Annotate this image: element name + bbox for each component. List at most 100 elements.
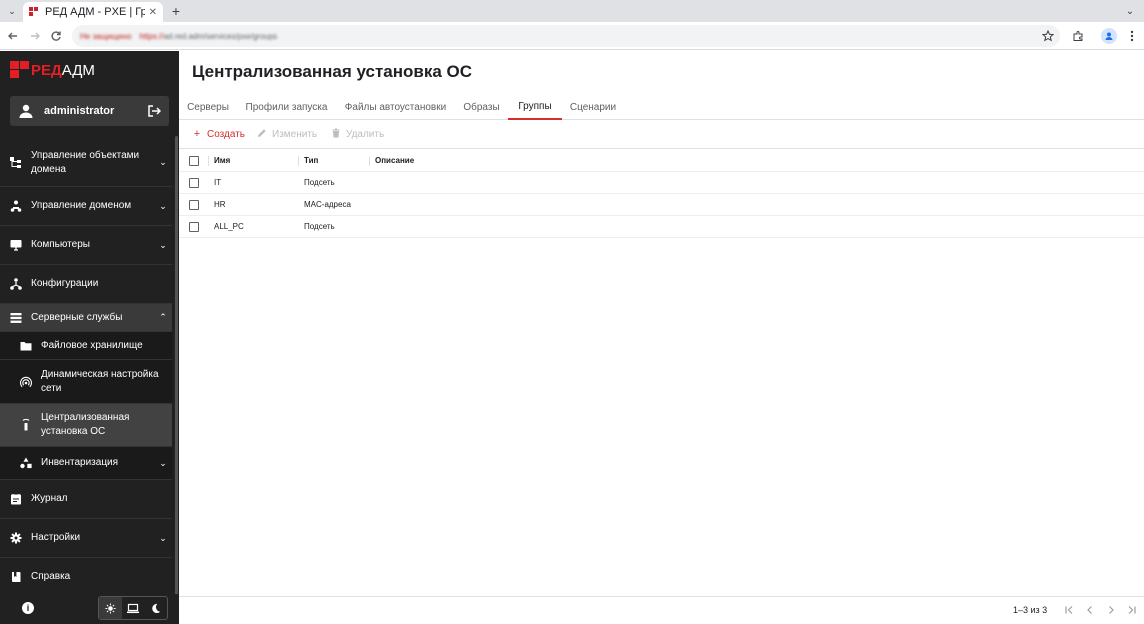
sidebar-item-configurations[interactable]: Конфигурации <box>0 265 172 304</box>
logo-text-red: РЕД <box>31 61 62 79</box>
tab-scenarios[interactable]: Сценарии <box>566 94 620 120</box>
sidebar-item-journal[interactable]: Журнал <box>0 480 172 519</box>
sidebar-item-label: Справка <box>31 571 71 582</box>
tab-servers[interactable]: Серверы <box>183 94 233 120</box>
main-content: Централизованная установка ОС Серверы Пр… <box>179 51 1144 624</box>
sidebar-item-label: Настройки <box>31 532 81 543</box>
forward-button[interactable] <box>27 28 43 44</box>
user-icon <box>18 103 34 119</box>
trash-icon <box>331 128 341 141</box>
browser-tabstrip: ⌄ РЕД АДМ - PXE | Группы ✕ + ⌄ <box>0 0 1144 22</box>
edit-button[interactable]: Изменить <box>257 128 317 141</box>
action-bar: + Создать Изменить Удалить <box>179 121 1144 149</box>
create-button[interactable]: + Создать <box>192 128 245 140</box>
sidebar-item-settings[interactable]: Настройки ⌄ <box>0 519 172 558</box>
sidebar-item-os-install[interactable]: Централизованная установка ОС <box>0 404 172 447</box>
sidebar-item-help[interactable]: Справка <box>0 558 172 597</box>
chevron-down-icon[interactable]: ⌄ <box>154 458 172 469</box>
favicon-icon <box>29 7 39 17</box>
sidebar-item-dhcp[interactable]: Динамическая настройка сети <box>0 360 172 404</box>
people-icon <box>10 200 22 212</box>
sidebar: РЕДАДМ administrator Управление объектам… <box>0 51 179 624</box>
create-label: Создать <box>207 128 246 140</box>
logo-mark-icon <box>10 61 30 79</box>
url-text: https://ad.red.adm/services/pxe/groups <box>139 31 278 41</box>
red-adm-logo[interactable]: РЕДАДМ <box>10 61 95 79</box>
tab-groups[interactable]: Группы <box>508 94 562 120</box>
first-page-icon[interactable] <box>1062 603 1076 617</box>
pagination-text: 1–3 из 3 <box>1013 605 1048 615</box>
table-row[interactable]: HR MAC-адреса <box>179 194 1144 216</box>
sidebar-item-label: Управление доменом <box>31 200 132 211</box>
cell-name: HR <box>214 200 226 209</box>
delete-button[interactable]: Удалить <box>331 128 384 141</box>
system-theme-icon[interactable] <box>122 597 145 619</box>
browser-tab[interactable]: РЕД АДМ - PXE | Группы ✕ <box>23 2 163 22</box>
sidebar-item-file-storage[interactable]: Файловое хранилище <box>0 332 172 360</box>
theme-switch <box>98 596 168 620</box>
table-row[interactable]: IT Подсеть <box>179 172 1144 194</box>
sidebar-footer: i <box>0 594 179 624</box>
groups-table: Имя Тип Описание IT Подсеть HR MAC-адрес… <box>179 150 1144 238</box>
sidebar-item-label: Управление объектами домена <box>31 149 140 175</box>
browser-menu-icon[interactable] <box>1124 28 1140 44</box>
column-divider <box>369 156 370 166</box>
bookmark-star-icon[interactable] <box>1040 28 1056 44</box>
tab-close-icon[interactable]: ✕ <box>149 7 157 18</box>
pencil-icon <box>257 128 267 141</box>
sidebar-item-label: Файловое хранилище <box>41 339 143 351</box>
tab-search-button[interactable]: ⌄ <box>4 3 20 19</box>
folder-icon <box>20 340 32 352</box>
cell-type: Подсеть <box>304 222 335 231</box>
extensions-icon[interactable] <box>1070 28 1086 44</box>
install-icon <box>20 419 32 431</box>
chevron-up-icon[interactable]: ⌃ <box>154 312 172 323</box>
next-page-icon[interactable] <box>1104 603 1118 617</box>
sidebar-item-inventory[interactable]: Инвентаризация ⌄ <box>0 447 172 480</box>
cell-name: ALL_PC <box>214 222 244 231</box>
sidebar-scrollbar[interactable] <box>175 136 178 624</box>
select-all-checkbox[interactable] <box>189 156 199 166</box>
light-theme-icon[interactable] <box>99 597 122 619</box>
dark-theme-icon[interactable] <box>144 597 167 619</box>
address-bar[interactable]: Не защищено https://ad.red.adm/services/… <box>72 25 1060 47</box>
row-checkbox[interactable] <box>189 200 199 210</box>
gear-icon <box>10 532 22 544</box>
column-header-name[interactable]: Имя <box>214 156 230 165</box>
table-row[interactable]: ALL_PC Подсеть <box>179 216 1144 238</box>
profile-avatar-icon[interactable] <box>1101 28 1117 44</box>
info-icon[interactable]: i <box>22 602 34 614</box>
reload-button[interactable] <box>48 28 64 44</box>
sidebar-item-label: Компьютеры <box>31 239 90 250</box>
sidebar-item-label: Серверные службы <box>31 311 123 323</box>
sidebar-item-domain-management[interactable]: Управление доменом ⌄ <box>0 187 172 226</box>
server-icon <box>10 312 22 324</box>
logout-icon[interactable] <box>147 104 162 118</box>
chevron-down-icon[interactable]: ⌄ <box>154 157 172 168</box>
dhcp-icon <box>20 376 32 388</box>
tab-autoinstall-files[interactable]: Файлы автоустановки <box>340 94 451 120</box>
row-checkbox[interactable] <box>189 222 199 232</box>
back-button[interactable] <box>5 28 21 44</box>
new-tab-button[interactable]: + <box>168 2 184 20</box>
prev-page-icon[interactable] <box>1083 603 1097 617</box>
column-header-description[interactable]: Описание <box>375 156 414 165</box>
chevron-down-icon[interactable]: ⌄ <box>154 240 172 251</box>
last-page-icon[interactable] <box>1125 603 1139 617</box>
config-icon <box>10 278 22 290</box>
window-menu-icon[interactable]: ⌄ <box>1122 3 1138 19</box>
sidebar-item-computers[interactable]: Компьютеры ⌄ <box>0 226 172 265</box>
tab-boot-profiles[interactable]: Профили запуска <box>242 94 331 120</box>
sidebar-item-domain-objects[interactable]: Управление объектами домена ⌄ <box>0 139 172 187</box>
chevron-down-icon[interactable]: ⌄ <box>154 533 172 544</box>
chevron-down-icon[interactable]: ⌄ <box>154 201 172 212</box>
table-header: Имя Тип Описание <box>179 150 1144 172</box>
sidebar-item-server-services[interactable]: Серверные службы ⌃ <box>0 304 172 332</box>
tree-icon <box>10 156 22 169</box>
sidebar-item-label: Инвентаризация <box>41 457 119 468</box>
row-checkbox[interactable] <box>189 178 199 188</box>
security-warning[interactable]: Не защищено <box>80 32 131 41</box>
user-card: administrator <box>10 96 169 126</box>
tab-images[interactable]: Образы <box>459 94 504 120</box>
column-header-type[interactable]: Тип <box>304 156 318 165</box>
